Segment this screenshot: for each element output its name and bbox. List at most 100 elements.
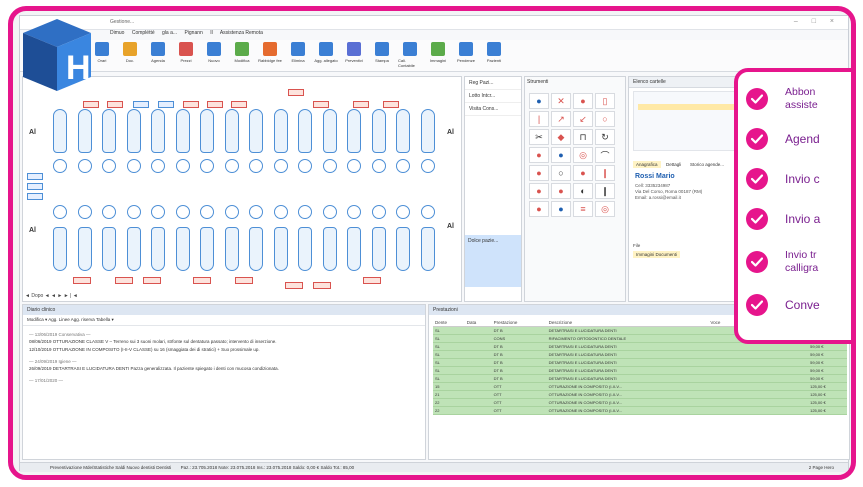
tooth-occlusal[interactable] xyxy=(200,159,214,173)
palette-tool[interactable]: ● xyxy=(551,183,571,199)
tooth[interactable] xyxy=(175,109,190,153)
table-row[interactable]: 21 OTT OTTURAZIONE IN COMPOSITO (I-II-V...… xyxy=(433,390,847,399)
tooth[interactable] xyxy=(396,227,410,271)
diagnosis-marker[interactable] xyxy=(133,101,149,108)
palette-tool[interactable]: ● xyxy=(573,165,593,181)
palette-tool[interactable]: ◆ xyxy=(551,129,571,145)
tooth-occlusal[interactable] xyxy=(126,159,141,173)
tooth[interactable] xyxy=(102,227,116,271)
tooth-occlusal[interactable] xyxy=(371,159,386,173)
palette-tool[interactable]: ✂ xyxy=(529,129,549,145)
tooth[interactable] xyxy=(371,109,386,153)
tooth[interactable] xyxy=(273,227,288,271)
tooth-occlusal[interactable] xyxy=(102,159,116,173)
table-row[interactable]: SL DT BDETARTRASI E LUCIDATURA DENTI 59,00… xyxy=(433,358,847,367)
table-row[interactable]: 22 OTT OTTURAZIONE IN COMPOSITO (I-II-V...… xyxy=(433,398,847,407)
diary-entry[interactable]: 08/06/2019 OTTURAZIONE CLASSE V – Terren… xyxy=(29,339,419,345)
palette-tool[interactable]: ● xyxy=(529,165,549,181)
palette-tool[interactable]: ◐ xyxy=(573,183,593,199)
diagnosis-marker[interactable] xyxy=(158,101,174,108)
operation-item[interactable]: Reg Pazi... xyxy=(465,77,521,90)
palette-tool[interactable]: ○ xyxy=(595,111,615,127)
menu-item[interactable]: Complétté xyxy=(132,30,155,36)
operation-item[interactable]: Visita Cons... xyxy=(465,103,521,116)
treatment-marker[interactable] xyxy=(193,277,211,284)
diary-entry[interactable]: 26/09/2019 DETARTRASI E LUCIDATURA DENTI… xyxy=(29,366,419,372)
menu-item[interactable]: gla a... xyxy=(162,30,177,36)
tooth[interactable] xyxy=(224,227,239,271)
tooth-occlusal[interactable] xyxy=(53,159,67,173)
palette-tool[interactable]: ◎ xyxy=(573,147,593,163)
tooth[interactable] xyxy=(420,227,435,271)
treatment-marker[interactable] xyxy=(353,101,369,108)
palette-tool[interactable]: ↗ xyxy=(551,111,571,127)
palette-tool[interactable]: ≡ xyxy=(573,201,593,217)
table-row[interactable]: SL DT BDETARTRASI E LUCIDATURA DENTI 59,00… xyxy=(433,350,847,359)
treatment-marker[interactable] xyxy=(313,282,331,289)
tooth[interactable] xyxy=(200,109,214,153)
window-controls[interactable]: – □ × xyxy=(794,18,840,25)
tooth-occlusal[interactable] xyxy=(396,159,410,173)
tooth-occlusal[interactable] xyxy=(420,159,435,173)
treatment-marker[interactable] xyxy=(143,277,161,284)
table-row[interactable]: SL DT BDETARTRASI E LUCIDATURA DENTI 59,00… xyxy=(433,374,847,383)
tooth-occlusal[interactable] xyxy=(77,159,92,173)
tooth[interactable] xyxy=(249,109,263,153)
tooth[interactable] xyxy=(371,227,386,271)
tooth-occlusal[interactable] xyxy=(53,205,67,219)
treatment-marker[interactable] xyxy=(73,277,91,284)
tooth[interactable] xyxy=(53,227,67,271)
menu-item[interactable]: Pignann xyxy=(184,30,202,36)
diary-entry[interactable]: 12/10/2019 OTTURAZIONE IN COMPOSITO (I-I… xyxy=(29,347,419,353)
table-row[interactable]: 22 OTT OTTURAZIONE IN COMPOSITO (I-II-V...… xyxy=(433,406,847,415)
tooth[interactable] xyxy=(200,227,214,271)
column-header[interactable]: Prestazione xyxy=(491,319,547,327)
tooth[interactable] xyxy=(126,109,141,153)
tooth-occlusal[interactable] xyxy=(126,205,141,219)
toolbar-button[interactable]: Stampa xyxy=(370,42,394,71)
diagnosis-marker[interactable] xyxy=(27,183,43,190)
tooth-occlusal[interactable] xyxy=(371,205,386,219)
treatment-marker[interactable] xyxy=(183,101,199,108)
tooth[interactable] xyxy=(347,109,361,153)
treatment-marker[interactable] xyxy=(313,101,329,108)
tooth-occlusal[interactable] xyxy=(347,205,361,219)
treatment-marker[interactable] xyxy=(235,277,253,284)
tooth[interactable] xyxy=(249,227,263,271)
tooth-occlusal[interactable] xyxy=(396,205,410,219)
files-tabs[interactable]: Immagini Documenti xyxy=(633,251,681,258)
tooth-occlusal[interactable] xyxy=(347,159,361,173)
tooth[interactable] xyxy=(298,109,312,153)
palette-tool[interactable]: ⊓ xyxy=(573,129,593,145)
palette-tool[interactable]: ● xyxy=(551,201,571,217)
palette-tool[interactable]: ↙ xyxy=(573,111,593,127)
tooth[interactable] xyxy=(151,109,165,153)
tooth[interactable] xyxy=(151,227,165,271)
palette-tool[interactable]: ● xyxy=(573,93,593,109)
toolbar-button[interactable]: Pazienti xyxy=(482,42,506,71)
diagnosis-marker[interactable] xyxy=(27,173,43,180)
treatment-marker[interactable] xyxy=(288,89,304,96)
tooth-occlusal[interactable] xyxy=(420,205,435,219)
tooth-occlusal[interactable] xyxy=(175,159,190,173)
table-row[interactable]: SL DT BDETARTRASI E LUCIDATURA DENTI 59,00… xyxy=(433,366,847,375)
tooth-occlusal[interactable] xyxy=(298,205,312,219)
menu-item[interactable]: Dimuo xyxy=(110,30,124,36)
tooth[interactable] xyxy=(175,227,190,271)
table-row[interactable]: 15 OTT OTTURAZIONE IN COMPOSITO (I-II-V...… xyxy=(433,382,847,391)
tooth-occlusal[interactable] xyxy=(249,159,263,173)
palette-tool[interactable]: ● xyxy=(529,93,549,109)
palette-tool[interactable]: ❙ xyxy=(595,165,615,181)
palette-tool[interactable]: ● xyxy=(529,183,549,199)
toolbar-button[interactable]: Cali. Contabile xyxy=(398,42,422,71)
tooth[interactable] xyxy=(53,109,67,153)
toolbar-button[interactable]: Prezzi xyxy=(174,42,198,71)
tooth[interactable] xyxy=(420,109,435,153)
tooth[interactable] xyxy=(102,109,116,153)
tooth[interactable] xyxy=(77,109,92,153)
treatment-marker[interactable] xyxy=(107,101,123,108)
operation-item[interactable]: Lotto Intcr... xyxy=(465,90,521,103)
tooth-occlusal[interactable] xyxy=(175,205,190,219)
tooth-occlusal[interactable] xyxy=(77,205,92,219)
tab-details[interactable]: Dettagli xyxy=(663,161,684,168)
